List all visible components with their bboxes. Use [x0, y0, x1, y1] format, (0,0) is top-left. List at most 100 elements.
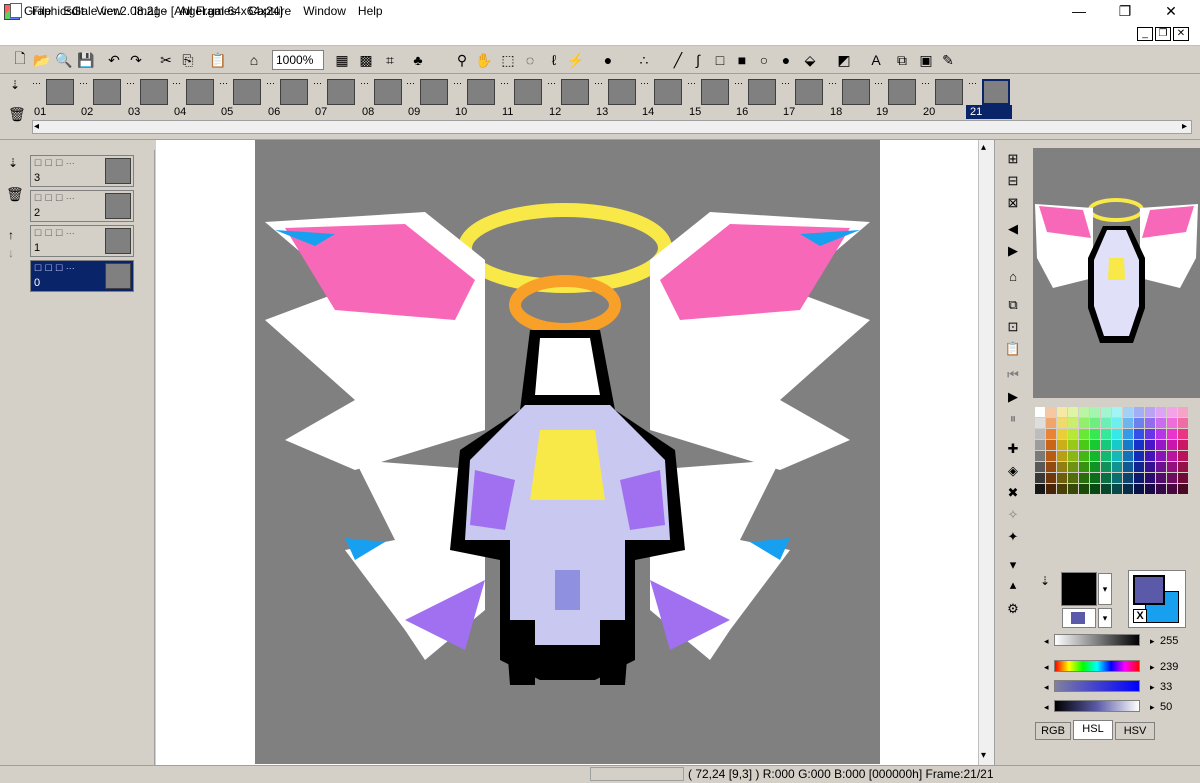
- palette-swatch[interactable]: [1156, 462, 1166, 472]
- palette-swatch[interactable]: [1101, 440, 1111, 450]
- frame-menu-icon[interactable]: ⋯: [219, 78, 228, 89]
- palette-swatch[interactable]: [1123, 407, 1133, 417]
- frame-number[interactable]: 05: [217, 105, 263, 119]
- mdi-minimize-button[interactable]: _: [1137, 27, 1153, 41]
- frame-menu-icon[interactable]: ⋯: [874, 78, 883, 89]
- palette-swatch[interactable]: [1101, 429, 1111, 439]
- palette-swatch[interactable]: [1167, 407, 1177, 417]
- palette-load-icon[interactable]: ◈: [1004, 462, 1022, 480]
- palette-swatch[interactable]: [1046, 473, 1056, 483]
- frame-menu-icon[interactable]: ⋯: [360, 78, 369, 89]
- palette-swatch[interactable]: [1079, 473, 1089, 483]
- frame-thumbnail[interactable]: [186, 79, 214, 105]
- layer-flags-icon[interactable]: ☐ ☐ ☐ ⋯: [34, 263, 75, 274]
- palette-swatch[interactable]: [1123, 451, 1133, 461]
- frame-thumbnail[interactable]: [748, 79, 776, 105]
- foreground-color[interactable]: [1133, 575, 1165, 605]
- frame-menu-icon[interactable]: ⋯: [266, 78, 275, 89]
- frame-thumbnail[interactable]: [46, 79, 74, 105]
- frame-add-icon[interactable]: ⇣: [10, 78, 20, 92]
- palette-swatch[interactable]: [1057, 473, 1067, 483]
- palette-swatch[interactable]: [1112, 429, 1122, 439]
- palette-delete-icon[interactable]: ✖: [1004, 484, 1022, 502]
- palette-swatch[interactable]: [1178, 407, 1188, 417]
- frame-thumbnail[interactable]: [982, 79, 1010, 105]
- slider-left-icon[interactable]: ◂: [1044, 682, 1049, 693]
- palette-swatch[interactable]: [1068, 462, 1078, 472]
- frame-menu-icon[interactable]: ⋯: [79, 78, 88, 89]
- palette-swatch[interactable]: [1057, 440, 1067, 450]
- frame-thumbnail[interactable]: [935, 79, 963, 105]
- palette-swatch[interactable]: [1178, 440, 1188, 450]
- frame-number[interactable]: 20: [919, 105, 965, 119]
- mdi-close-button[interactable]: ✕: [1173, 27, 1189, 41]
- menu-help[interactable]: Help: [352, 0, 389, 22]
- fill-icon[interactable]: ⬙: [800, 50, 820, 70]
- brush-icon[interactable]: ●: [598, 50, 618, 70]
- scroll-up-icon[interactable]: ▴: [981, 142, 986, 153]
- color-pick-icon[interactable]: ⇣: [1040, 574, 1050, 588]
- palette-swatch[interactable]: [1156, 451, 1166, 461]
- gradient-icon[interactable]: ◩: [834, 50, 854, 70]
- lightness-slider[interactable]: [1054, 634, 1140, 646]
- spray-icon[interactable]: ∴: [634, 50, 654, 70]
- layer-flags-icon[interactable]: ☐ ☐ ☐ ⋯: [34, 158, 75, 169]
- fg-bg-swatch[interactable]: X: [1128, 570, 1186, 628]
- palette-magic-icon[interactable]: ✦: [1004, 528, 1022, 546]
- palette-down-icon[interactable]: ▾: [1004, 556, 1022, 574]
- text-icon[interactable]: A: [866, 50, 886, 70]
- grid-icon[interactable]: ▦: [332, 50, 352, 70]
- menu-window[interactable]: Window: [297, 0, 352, 22]
- palette-swatch[interactable]: [1145, 429, 1155, 439]
- palette-swatch[interactable]: [1123, 473, 1133, 483]
- palette-swatch[interactable]: [1112, 484, 1122, 494]
- frame-menu-icon[interactable]: ⋯: [313, 78, 322, 89]
- layer-flags-icon[interactable]: ☐ ☐ ☐ ⋯: [34, 228, 75, 239]
- frame-menu-icon[interactable]: ⋯: [547, 78, 556, 89]
- frame-props-icon[interactable]: ⊞: [1004, 150, 1022, 168]
- palette-swatch[interactable]: [1123, 418, 1133, 428]
- palette-swatch[interactable]: [1090, 429, 1100, 439]
- frame-thumbnail[interactable]: [280, 79, 308, 105]
- palette-swatch[interactable]: [1101, 407, 1111, 417]
- layer-flags-icon[interactable]: ☐ ☐ ☐ ⋯: [34, 193, 75, 204]
- palette-swatch[interactable]: [1068, 429, 1078, 439]
- new-icon[interactable]: 🗋: [10, 50, 30, 70]
- palette-swatch[interactable]: [1145, 462, 1155, 472]
- frame-menu-icon[interactable]: ⋯: [126, 78, 135, 89]
- zoom-icon[interactable]: 🔍: [54, 50, 74, 70]
- frame-menu-icon[interactable]: ⋯: [172, 78, 181, 89]
- slider-left-icon[interactable]: ◂: [1044, 636, 1049, 647]
- frame-number[interactable]: 04: [170, 105, 216, 119]
- frame-thumbnail[interactable]: [654, 79, 682, 105]
- palette-swap-icon[interactable]: ▣: [916, 50, 936, 70]
- palette-swatch[interactable]: [1068, 484, 1078, 494]
- palette-swatch[interactable]: [1123, 440, 1133, 450]
- palette-swatch[interactable]: [1156, 484, 1166, 494]
- layer-up-icon[interactable]: ↑: [8, 228, 14, 242]
- hand-icon[interactable]: ✋: [474, 50, 494, 70]
- slider-right-icon[interactable]: ▸: [1150, 662, 1155, 673]
- palette-swatch[interactable]: [1090, 484, 1100, 494]
- palette-swatch[interactable]: [1178, 462, 1188, 472]
- palette-swatch[interactable]: [1167, 484, 1177, 494]
- palette-swatch[interactable]: [1079, 484, 1089, 494]
- layer-row[interactable]: ☐ ☐ ☐ ⋯ 3: [30, 155, 134, 187]
- palette-swatch[interactable]: [1090, 451, 1100, 461]
- minimize-button[interactable]: —: [1056, 0, 1102, 24]
- frame-scroll-left-icon[interactable]: ◂: [34, 121, 39, 132]
- magnify-icon[interactable]: ⚲: [452, 50, 472, 70]
- home-icon[interactable]: ⌂: [1004, 268, 1022, 286]
- frame-number[interactable]: 17: [779, 105, 825, 119]
- select-rect-icon[interactable]: ⬚: [498, 50, 518, 70]
- palette-swatch[interactable]: [1079, 440, 1089, 450]
- palette-swatch[interactable]: [1145, 484, 1155, 494]
- palette-swatch[interactable]: [1112, 462, 1122, 472]
- color-palette[interactable]: [1033, 405, 1200, 505]
- palette-swatch[interactable]: [1057, 429, 1067, 439]
- palette-swatch[interactable]: [1178, 473, 1188, 483]
- frame-thumbnail[interactable]: [795, 79, 823, 105]
- frame-thumbnail[interactable]: [374, 79, 402, 105]
- palette-swatch[interactable]: [1068, 451, 1078, 461]
- frame-number[interactable]: 18: [826, 105, 872, 119]
